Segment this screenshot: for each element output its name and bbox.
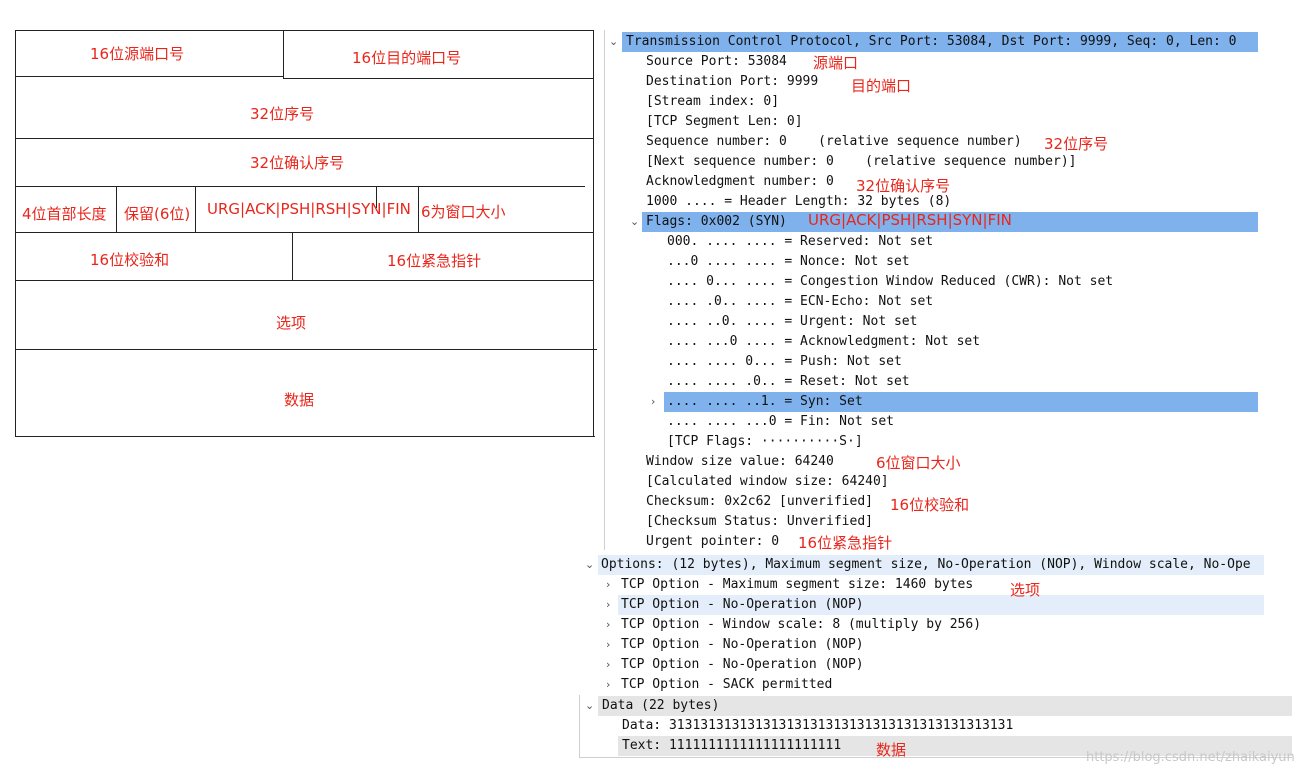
annotation-checksum: 16位校验和: [890, 496, 970, 514]
chevron-right-icon[interactable]: ›: [606, 615, 610, 635]
tree-row-tcp-flags[interactable]: [TCP Flags: ··········S·]: [667, 432, 863, 452]
annotation-dst-port: 目的端口: [851, 77, 912, 95]
tree-row-options[interactable]: Options: (12 bytes), Maximum segment siz…: [601, 555, 1251, 575]
tree-row-checksum[interactable]: Checksum: 0x2c62 [unverified]: [646, 492, 873, 512]
tree-row-opt-nop[interactable]: TCP Option - No-Operation (NOP): [621, 595, 864, 615]
tree-row-data-text[interactable]: Text: 1111111111111111111111: [622, 736, 841, 756]
tree-row-flag-reset[interactable]: .... .... .0.. = Reset: Not set: [667, 372, 910, 392]
tree-row-data[interactable]: Data (22 bytes): [602, 696, 719, 716]
chevron-right-icon[interactable]: ›: [606, 655, 610, 675]
chevron-down-icon[interactable]: ⌄: [609, 32, 618, 52]
tree-row-dst-port[interactable]: Destination Port: 9999: [646, 72, 818, 92]
watermark: https://blog.csdn.net/zhaikaiyun: [1086, 750, 1295, 765]
tree-row-opt-mss[interactable]: TCP Option - Maximum segment size: 1460 …: [621, 575, 973, 595]
tree-guide-line: [604, 30, 605, 550]
chevron-down-icon[interactable]: ⌄: [630, 212, 639, 232]
tree-row-flag-urg[interactable]: .... ..0. .... = Urgent: Not set: [667, 312, 917, 332]
tree-row-next-seq[interactable]: [Next sequence number: 0 (relative seque…: [646, 152, 1076, 172]
tree-row-checksum-status[interactable]: [Checksum Status: Unverified]: [646, 512, 873, 532]
tree-row-opt-nop[interactable]: TCP Option - No-Operation (NOP): [621, 655, 864, 675]
chevron-down-icon[interactable]: ⌄: [585, 696, 594, 716]
tree-row-seq[interactable]: Sequence number: 0 (relative sequence nu…: [646, 132, 1022, 152]
annotation-flags: URG|ACK|PSH|RSH|SYN|FIN: [808, 211, 1012, 229]
tree-row-flag-nonce[interactable]: ...0 .... .... = Nonce: Not set: [667, 252, 910, 272]
tree-row-tcp[interactable]: Transmission Control Protocol, Src Port:…: [626, 32, 1236, 52]
tree-row-ack[interactable]: Acknowledgment number: 0: [646, 172, 834, 192]
chevron-right-icon[interactable]: ›: [606, 575, 610, 595]
annotation-src-port: 源端口: [813, 54, 859, 72]
chevron-right-icon[interactable]: ›: [606, 595, 610, 615]
chevron-right-icon[interactable]: ›: [606, 675, 610, 695]
tree-row-seg-len[interactable]: [TCP Segment Len: 0]: [646, 112, 803, 132]
tree-row-src-port[interactable]: Source Port: 53084: [646, 52, 787, 72]
tree-row-flag-ecn[interactable]: .... .0.. .... = ECN-Echo: Not set: [667, 292, 933, 312]
annotation-data: 数据: [876, 741, 907, 759]
tree-row-window[interactable]: Window size value: 64240: [646, 452, 834, 472]
tree-row-flags[interactable]: Flags: 0x002 (SYN): [646, 212, 787, 232]
annotation-ack: 32位确认序号: [856, 177, 951, 195]
tree-guide-line: [579, 695, 580, 757]
packet-detail-tree: ⌄ ⌄ › ⌄ › › › › › › ⌄ Transmission Contr…: [0, 0, 1316, 776]
tree-row-opt-sack[interactable]: TCP Option - SACK permitted: [621, 675, 832, 695]
annotation-window: 6位窗口大小: [876, 454, 961, 472]
tree-row-stream-index[interactable]: [Stream index: 0]: [646, 92, 779, 112]
annotation-seq: 32位序号: [1044, 135, 1109, 153]
tree-row-opt-ws[interactable]: TCP Option - Window scale: 8 (multiply b…: [621, 615, 981, 635]
tree-row-flag-fin[interactable]: .... .... ...0 = Fin: Not set: [667, 412, 894, 432]
chevron-right-icon[interactable]: ›: [651, 392, 655, 412]
tree-row-flag-cwr[interactable]: .... 0... .... = Congestion Window Reduc…: [667, 272, 1113, 292]
chevron-down-icon[interactable]: ⌄: [585, 555, 594, 575]
chevron-right-icon[interactable]: ›: [606, 635, 610, 655]
annotation-urgent: 16位紧急指针: [798, 534, 893, 552]
tree-row-flag-ack[interactable]: .... ...0 .... = Acknowledgment: Not set: [667, 332, 980, 352]
tree-row-urgent[interactable]: Urgent pointer: 0: [646, 532, 779, 552]
tree-row-data-hex[interactable]: Data: 3131313131313131313131313131313131…: [622, 716, 1013, 736]
tree-row-opt-nop[interactable]: TCP Option - No-Operation (NOP): [621, 635, 864, 655]
tree-row-flag-push[interactable]: .... .... 0... = Push: Not set: [667, 352, 902, 372]
tree-row-calc-window[interactable]: [Calculated window size: 64240]: [646, 472, 889, 492]
tree-row-flag-syn[interactable]: .... .... ..1. = Syn: Set: [667, 392, 863, 412]
annotation-options: 选项: [1010, 581, 1041, 599]
tree-row-flag-reserved[interactable]: 000. .... .... = Reserved: Not set: [667, 232, 933, 252]
